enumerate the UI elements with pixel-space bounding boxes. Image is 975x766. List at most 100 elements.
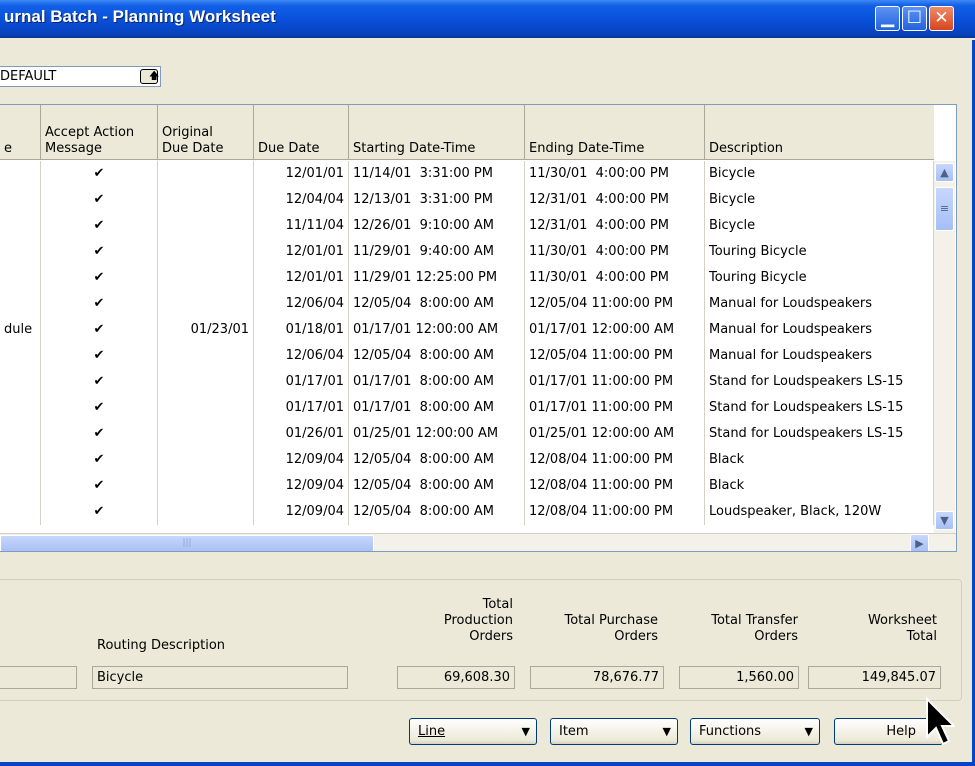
cell-type[interactable]	[0, 499, 41, 525]
cell-accept-action[interactable]: ✔	[41, 473, 158, 499]
cell-ending-date-time[interactable]: 01/17/01 12:00:00 AM	[525, 317, 705, 343]
cell-type[interactable]	[0, 187, 41, 213]
table-row[interactable]: ✔ 12/01/01 11/29/01 12:25:00 PM 11/30/01 4:…	[0, 265, 934, 291]
cell-type[interactable]	[0, 213, 41, 239]
table-row[interactable]: ✔ 12/01/01 11/29/01 9:40:00 AM 11/30/01 4:0…	[0, 239, 934, 265]
cell-due-date[interactable]: 12/01/01	[254, 239, 349, 265]
cell-type[interactable]	[0, 291, 41, 317]
cell-description[interactable]: Bicycle	[705, 187, 934, 213]
line-button[interactable]: Line ▼	[409, 718, 537, 745]
horizontal-scrollbar[interactable]: ||| ▶	[0, 533, 956, 551]
cell-description[interactable]: Stand for Loudspeakers LS-15	[705, 421, 934, 447]
routing-description-field[interactable]: Bicycle	[92, 666, 348, 689]
table-row[interactable]: ✔ 11/11/04 12/26/01 9:10:00 AM 12/31/01 4:0…	[0, 213, 934, 239]
cell-type[interactable]	[0, 265, 41, 291]
table-row[interactable]: ✔ 12/04/04 12/13/01 3:31:00 PM 12/31/01 4:0…	[0, 187, 934, 213]
cell-ending-date-time[interactable]: 01/17/01 11:00:00 PM	[525, 395, 705, 421]
cell-description[interactable]: Black	[705, 447, 934, 473]
cell-type[interactable]	[0, 343, 41, 369]
cell-starting-date-time[interactable]: 12/13/01 3:31:00 PM	[349, 187, 525, 213]
cell-accept-action[interactable]: ✔	[41, 291, 158, 317]
minimize-button[interactable]: ▁	[875, 6, 900, 31]
cell-due-date[interactable]: 12/09/04	[254, 473, 349, 499]
cell-type[interactable]	[0, 239, 41, 265]
header-original-due-date[interactable]: Original Due Date	[158, 105, 254, 160]
table-row[interactable]: ✔ 12/06/04 12/05/04 8:00:00 AM 12/05/04 11:…	[0, 343, 934, 369]
cell-starting-date-time[interactable]: 01/17/01 12:00:00 AM	[349, 317, 525, 343]
item-button[interactable]: Item ▼	[550, 718, 678, 745]
cell-starting-date-time[interactable]: 12/05/04 8:00:00 AM	[349, 343, 525, 369]
cell-ending-date-time[interactable]: 12/08/04 11:00:00 PM	[525, 499, 705, 525]
cell-description[interactable]: Manual for Loudspeakers	[705, 317, 934, 343]
cell-accept-action[interactable]: ✔	[41, 499, 158, 525]
cell-due-date[interactable]: 12/01/01	[254, 265, 349, 291]
cell-ending-date-time[interactable]: 01/25/01 12:00:00 AM	[525, 421, 705, 447]
table-row[interactable]: ✔ 12/09/04 12/05/04 8:00:00 AM 12/08/04 11:…	[0, 499, 934, 525]
cell-starting-date-time[interactable]: 11/14/01 3:31:00 PM	[349, 161, 525, 187]
cell-type[interactable]	[0, 421, 41, 447]
table-row[interactable]: dule ✔ 01/23/01 01/18/01 01/17/01 12:00:00 A…	[0, 317, 934, 343]
cell-type[interactable]	[0, 473, 41, 499]
cell-due-date[interactable]: 01/26/01	[254, 421, 349, 447]
cell-description[interactable]: Loudspeaker, Black, 120W	[705, 499, 934, 525]
cell-accept-action[interactable]: ✔	[41, 213, 158, 239]
header-col-type[interactable]: e	[0, 105, 41, 160]
cell-description[interactable]: Touring Bicycle	[705, 265, 934, 291]
cell-description[interactable]: Stand for Loudspeakers LS-15	[705, 369, 934, 395]
cell-original-due-date[interactable]	[158, 161, 254, 187]
table-row[interactable]: ✔ 12/09/04 12/05/04 8:00:00 AM 12/08/04 11:…	[0, 447, 934, 473]
cell-original-due-date[interactable]	[158, 239, 254, 265]
header-ending-date-time[interactable]: Ending Date-Time	[525, 105, 705, 160]
cell-original-due-date[interactable]	[158, 291, 254, 317]
cell-type[interactable]	[0, 369, 41, 395]
vertical-scrollbar[interactable]: ▲ ≡ ▼	[934, 161, 955, 534]
scroll-down-icon[interactable]: ▼	[935, 511, 954, 530]
cell-description[interactable]: Manual for Loudspeakers	[705, 291, 934, 317]
total-transfer-orders-field[interactable]: 1,560.00	[679, 666, 799, 689]
cell-due-date[interactable]: 01/17/01	[254, 395, 349, 421]
field-hidden-left[interactable]	[0, 666, 77, 689]
functions-button[interactable]: Functions ▼	[690, 718, 820, 745]
cell-ending-date-time[interactable]: 12/05/04 11:00:00 PM	[525, 343, 705, 369]
cell-type[interactable]	[0, 447, 41, 473]
cell-ending-date-time[interactable]: 12/05/04 11:00:00 PM	[525, 291, 705, 317]
header-description[interactable]: Description	[705, 105, 934, 160]
table-row[interactable]: ✔ 01/26/01 01/25/01 12:00:00 AM 01/25/01 12…	[0, 421, 934, 447]
cell-description[interactable]: Touring Bicycle	[705, 239, 934, 265]
cell-original-due-date[interactable]	[158, 395, 254, 421]
cell-accept-action[interactable]: ✔	[41, 317, 158, 343]
hscroll-thumb[interactable]: |||	[0, 535, 374, 551]
cell-original-due-date[interactable]	[158, 499, 254, 525]
table-row[interactable]: ✔ 01/17/01 01/17/01 8:00:00 AM 01/17/01 11:…	[0, 395, 934, 421]
cell-accept-action[interactable]: ✔	[41, 369, 158, 395]
close-button[interactable]: ✕	[929, 6, 954, 31]
cell-ending-date-time[interactable]: 12/08/04 11:00:00 PM	[525, 447, 705, 473]
cell-original-due-date[interactable]	[158, 343, 254, 369]
cell-ending-date-time[interactable]: 01/17/01 11:00:00 PM	[525, 369, 705, 395]
cell-starting-date-time[interactable]: 12/26/01 9:10:00 AM	[349, 213, 525, 239]
cell-due-date[interactable]: 12/09/04	[254, 499, 349, 525]
cell-description[interactable]: Black	[705, 473, 934, 499]
table-row[interactable]: ✔ 01/17/01 01/17/01 8:00:00 AM 01/17/01 11:…	[0, 369, 934, 395]
cell-accept-action[interactable]: ✔	[41, 421, 158, 447]
cell-due-date[interactable]: 12/09/04	[254, 447, 349, 473]
cell-accept-action[interactable]: ✔	[41, 161, 158, 187]
maximize-button[interactable]: ☐	[902, 6, 927, 31]
cell-description[interactable]: Bicycle	[705, 213, 934, 239]
worksheet-total-field[interactable]: 149,845.07	[808, 666, 941, 689]
cell-description[interactable]: Manual for Loudspeakers	[705, 343, 934, 369]
cell-type[interactable]	[0, 395, 41, 421]
title-bar[interactable]: urnal Batch - Planning Worksheet ▁ ☐ ✕	[0, 0, 975, 38]
cell-starting-date-time[interactable]: 12/05/04 8:00:00 AM	[349, 473, 525, 499]
cell-type[interactable]: dule	[0, 317, 41, 343]
cell-due-date[interactable]: 12/01/01	[254, 161, 349, 187]
table-row[interactable]: ✔ 12/06/04 12/05/04 8:00:00 AM 12/05/04 11:…	[0, 291, 934, 317]
cell-starting-date-time[interactable]: 01/25/01 12:00:00 AM	[349, 421, 525, 447]
cell-original-due-date[interactable]: 01/23/01	[158, 317, 254, 343]
cell-due-date[interactable]: 01/17/01	[254, 369, 349, 395]
cell-accept-action[interactable]: ✔	[41, 395, 158, 421]
cell-accept-action[interactable]: ✔	[41, 343, 158, 369]
cell-due-date[interactable]: 01/18/01	[254, 317, 349, 343]
cell-starting-date-time[interactable]: 01/17/01 8:00:00 AM	[349, 369, 525, 395]
cell-due-date[interactable]: 11/11/04	[254, 213, 349, 239]
